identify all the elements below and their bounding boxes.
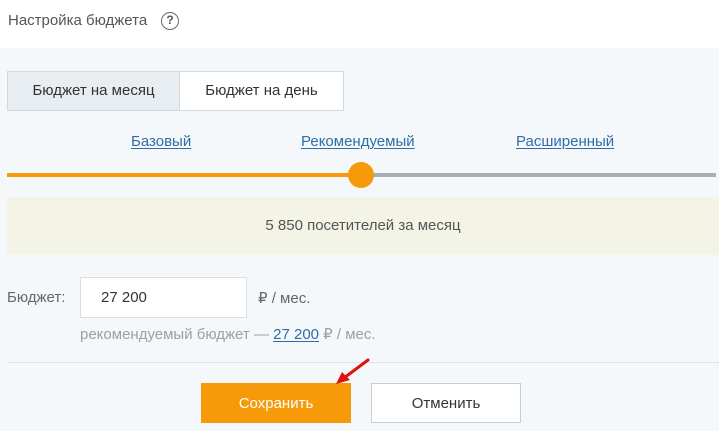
level-extended-link[interactable]: Расширенный: [516, 133, 614, 150]
level-basic-link[interactable]: Базовый: [131, 133, 191, 150]
visitors-count-text: 5 850 посетителей за месяц: [265, 217, 461, 234]
budget-input[interactable]: [80, 277, 247, 318]
cancel-button[interactable]: Отменить: [371, 383, 521, 423]
budget-label: Бюджет:: [7, 289, 66, 306]
annotation-arrow-icon: [336, 358, 370, 384]
recommended-budget-prefix: рекомендуемый бюджет —: [80, 326, 274, 343]
slider-handle[interactable]: [348, 162, 374, 188]
tab-budget-day[interactable]: Бюджет на день: [179, 71, 344, 111]
recommended-budget-hint: рекомендуемый бюджет — 27 200 ₽ / мес.: [80, 325, 376, 343]
page-title: Настройка бюджета: [8, 12, 148, 29]
slider-track-fill: [7, 173, 361, 177]
recommended-budget-link[interactable]: 27 200: [273, 326, 319, 343]
help-icon[interactable]: ?: [161, 12, 179, 30]
header: Настройка бюджета ?: [0, 0, 719, 48]
recommended-budget-suffix: ₽ / мес.: [319, 326, 376, 343]
budget-unit: ₽ / мес.: [258, 290, 311, 307]
save-button[interactable]: Сохранить: [201, 383, 351, 423]
visitors-info-box: 5 850 посетителей за месяц: [7, 197, 719, 255]
tab-budget-month[interactable]: Бюджет на месяц: [7, 71, 180, 111]
level-recommended-link[interactable]: Рекомендуемый: [301, 133, 415, 150]
